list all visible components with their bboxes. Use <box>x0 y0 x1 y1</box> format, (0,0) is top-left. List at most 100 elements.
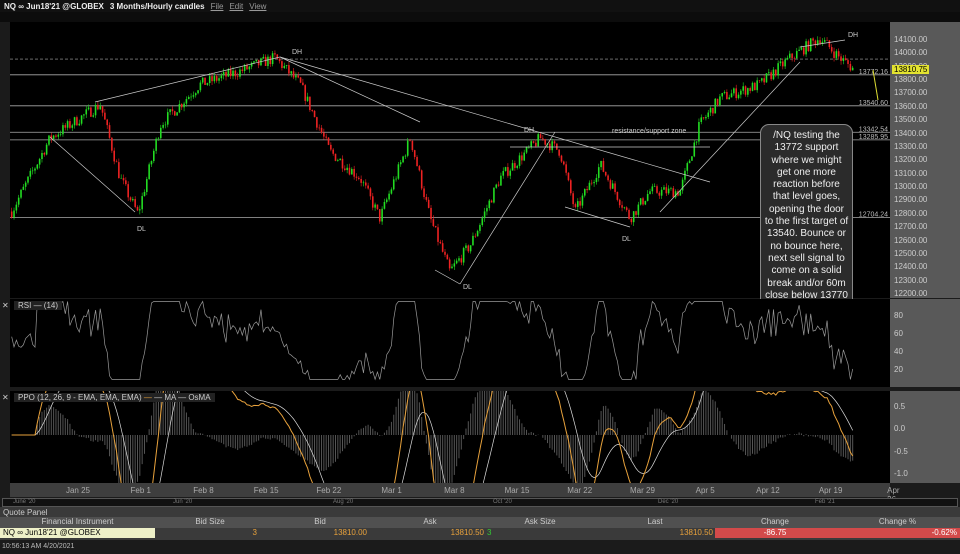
candle <box>204 77 206 85</box>
candle <box>171 109 174 112</box>
candle <box>10 211 13 218</box>
candle <box>292 71 295 78</box>
candle <box>742 86 744 91</box>
candle <box>786 57 789 60</box>
candle <box>146 179 148 192</box>
candle <box>346 167 348 171</box>
candle <box>355 176 358 178</box>
candle <box>444 251 446 255</box>
candle <box>13 210 15 218</box>
candle <box>560 155 563 162</box>
candle <box>826 40 828 41</box>
rsi-params: (14) <box>43 301 59 310</box>
bid-size-cell: 3 <box>252 528 257 537</box>
candle <box>166 112 169 125</box>
candle <box>698 121 700 142</box>
candle <box>418 166 421 171</box>
col-header[interactable]: Change % <box>835 517 960 528</box>
candle <box>285 65 288 66</box>
period-selector[interactable]: 3 Months/Hourly candles <box>110 2 205 11</box>
symbol-selector[interactable]: NQ ∞ Jun18'21 @GLOBEX <box>4 2 104 11</box>
candle <box>737 94 740 99</box>
candle <box>290 71 293 74</box>
candle <box>819 40 821 44</box>
title-bar: NQ ∞ Jun18'21 @GLOBEX 3 Months/Hourly ca… <box>0 0 960 12</box>
col-header[interactable]: Ask Size <box>485 517 595 528</box>
ppo-legend[interactable]: PPO (12, 26, 9 - EMA, EMA, EMA) — — MA —… <box>14 393 215 402</box>
candle <box>157 138 160 139</box>
rsi-pane[interactable]: RSI — (14) ✕ <box>2 299 890 387</box>
candle <box>225 71 227 77</box>
col-header[interactable]: Change <box>715 517 835 528</box>
candle <box>632 211 635 223</box>
candle <box>234 70 237 77</box>
date-tick: Feb 15 <box>253 486 279 495</box>
candle <box>851 67 854 71</box>
candle <box>709 107 712 113</box>
candle <box>495 184 498 188</box>
candle <box>707 112 710 118</box>
candle <box>730 93 733 98</box>
candle <box>306 96 309 101</box>
candle <box>768 72 770 74</box>
price-tick: 13300.00 <box>894 141 928 151</box>
rsi-chart <box>11 300 854 381</box>
candle <box>660 189 663 196</box>
ppo-scale: 0.5 0.0 -0.5 -1.0 <box>890 391 960 483</box>
ppo-label: PPO <box>18 393 35 402</box>
quote-row[interactable]: NQ ∞ Jun18'21 @GLOBEX 3 13810.00 13810.5… <box>0 528 960 538</box>
candle <box>59 134 62 135</box>
candle <box>509 170 512 176</box>
ppo-tick: -1.0 <box>894 469 908 478</box>
close-icon[interactable]: ✕ <box>2 301 9 310</box>
candle <box>593 182 595 184</box>
candle <box>29 170 32 177</box>
candle <box>381 208 383 222</box>
candle <box>830 47 833 52</box>
candle <box>236 76 239 77</box>
candle <box>164 124 167 126</box>
menu-file[interactable]: File <box>211 2 224 11</box>
menu-edit[interactable]: Edit <box>229 2 243 11</box>
quote-panel-title[interactable]: Quote Panel <box>3 508 47 517</box>
candle <box>318 127 321 129</box>
candle <box>94 104 97 116</box>
menu-view[interactable]: View <box>249 2 266 11</box>
candle <box>574 204 577 207</box>
candle <box>371 196 374 208</box>
candle <box>840 56 842 62</box>
ppo-pane[interactable]: PPO (12, 26, 9 - EMA, EMA, EMA) — — MA —… <box>2 391 890 483</box>
rsi-legend[interactable]: RSI — (14) <box>14 301 63 310</box>
candle <box>835 51 838 58</box>
candle <box>726 91 728 100</box>
trendline <box>459 131 556 285</box>
col-header[interactable]: Financial Instrument <box>0 517 155 528</box>
candle <box>553 141 556 144</box>
date-axis: Jan 25 Feb 1 Feb 8 Feb 15 Feb 22 Mar 1 Mar 8 Ma… <box>10 483 900 504</box>
candle <box>833 51 835 58</box>
overview-scrollbar[interactable]: June '20 Jun '20 Aug '20 Oct '20 Dec '20… <box>2 498 958 507</box>
candle <box>344 168 346 171</box>
candle <box>78 123 81 126</box>
col-header[interactable]: Bid Size <box>155 517 265 528</box>
col-header[interactable]: Bid <box>265 517 375 528</box>
candle <box>451 266 453 269</box>
candle <box>658 192 661 196</box>
dh-label: DH <box>848 32 859 39</box>
price-pane[interactable]: 13772.1613540.6013342.5413285.9512704.24 <box>10 22 890 298</box>
candle <box>565 164 567 173</box>
col-header[interactable]: Ask <box>375 517 485 528</box>
level-label: 13285.95 <box>859 134 888 141</box>
candle <box>423 188 425 197</box>
candle <box>542 138 544 140</box>
overview-date: Aug '20 <box>333 499 354 505</box>
candle <box>413 150 416 157</box>
close-icon[interactable]: ✕ <box>2 393 9 402</box>
candle <box>800 47 803 50</box>
candle <box>190 96 192 98</box>
col-header[interactable]: Last <box>595 517 715 528</box>
candle <box>208 76 211 84</box>
date-tick: Mar 15 <box>504 486 530 495</box>
candle <box>297 75 300 78</box>
candle <box>406 140 409 156</box>
